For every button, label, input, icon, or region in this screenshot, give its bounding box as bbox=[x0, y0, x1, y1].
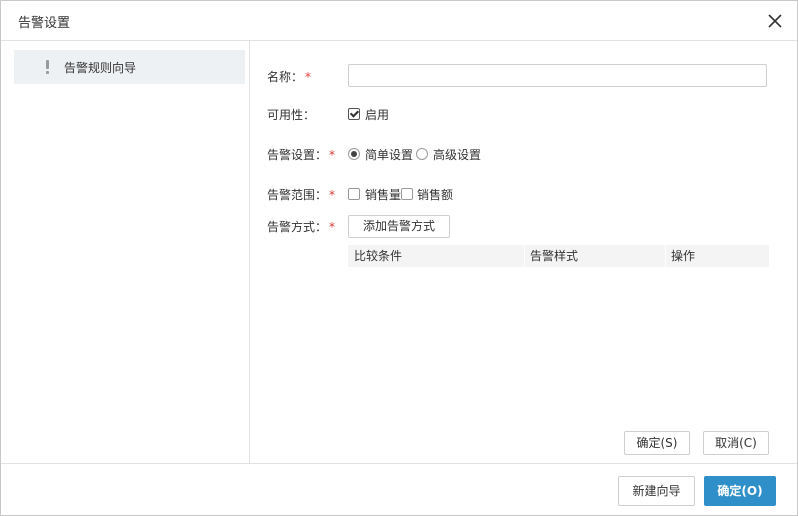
ok-button[interactable]: 确定(O) bbox=[704, 476, 776, 506]
required-mark: * bbox=[305, 70, 312, 84]
sales-amount-checkbox[interactable] bbox=[401, 188, 413, 200]
alert-scope-label: 告警范围： * bbox=[267, 188, 336, 202]
dialog-titlebar: 告警设置 bbox=[1, 1, 797, 41]
availability-label: 可用性： bbox=[267, 108, 316, 122]
name-label: 名称： * bbox=[267, 70, 312, 84]
dialog-footer: 新建向导 确定(O) bbox=[1, 463, 797, 515]
exclamation-icon bbox=[44, 60, 52, 74]
close-icon[interactable] bbox=[764, 10, 786, 32]
alert-method-label: 告警方式： * bbox=[267, 220, 336, 234]
main-panel: 名称： * 可用性： 启用 告警设置： * 简单设置 高级设置 告警范围： * 销售量… bbox=[251, 41, 797, 463]
simple-setting-label: 简单设置 bbox=[365, 148, 414, 162]
alert-settings-dialog: 告警设置 告警规则向导 名称： * 可用性： 启用 告警设置： * 简单设置 高级设… bbox=[0, 0, 798, 516]
sidebar-item-label: 告警规则向导 bbox=[64, 61, 137, 75]
panel-ok-button[interactable]: 确定(S) bbox=[624, 431, 690, 455]
sidebar-item-alert-rule-wizard[interactable]: 告警规则向导 bbox=[14, 50, 245, 84]
column-header-alert-style: 告警样式 bbox=[530, 249, 579, 263]
required-mark: * bbox=[329, 188, 336, 202]
sidebar: 告警规则向导 bbox=[1, 41, 250, 463]
simple-setting-radio[interactable] bbox=[348, 148, 360, 160]
new-wizard-button[interactable]: 新建向导 bbox=[618, 476, 695, 506]
required-mark: * bbox=[329, 148, 336, 162]
dialog-title: 告警设置 bbox=[18, 16, 71, 31]
column-header-action: 操作 bbox=[671, 249, 696, 263]
column-header-compare-condition: 比较条件 bbox=[354, 249, 403, 263]
add-alert-method-button[interactable]: 添加告警方式 bbox=[348, 215, 450, 238]
panel-cancel-button[interactable]: 取消(C) bbox=[703, 431, 769, 455]
advanced-setting-radio[interactable] bbox=[416, 148, 428, 160]
enable-checkbox[interactable] bbox=[348, 108, 360, 120]
enable-checkbox-label: 启用 bbox=[365, 108, 390, 122]
required-mark: * bbox=[329, 220, 336, 234]
sales-volume-label: 销售量 bbox=[365, 188, 402, 202]
sales-volume-checkbox[interactable] bbox=[348, 188, 360, 200]
sales-amount-label: 销售额 bbox=[417, 188, 454, 202]
advanced-setting-label: 高级设置 bbox=[433, 148, 482, 162]
name-input[interactable] bbox=[348, 64, 767, 87]
alert-method-table-header: 比较条件 告警样式 操作 bbox=[348, 245, 769, 267]
alert-setting-label: 告警设置： * bbox=[267, 148, 336, 162]
